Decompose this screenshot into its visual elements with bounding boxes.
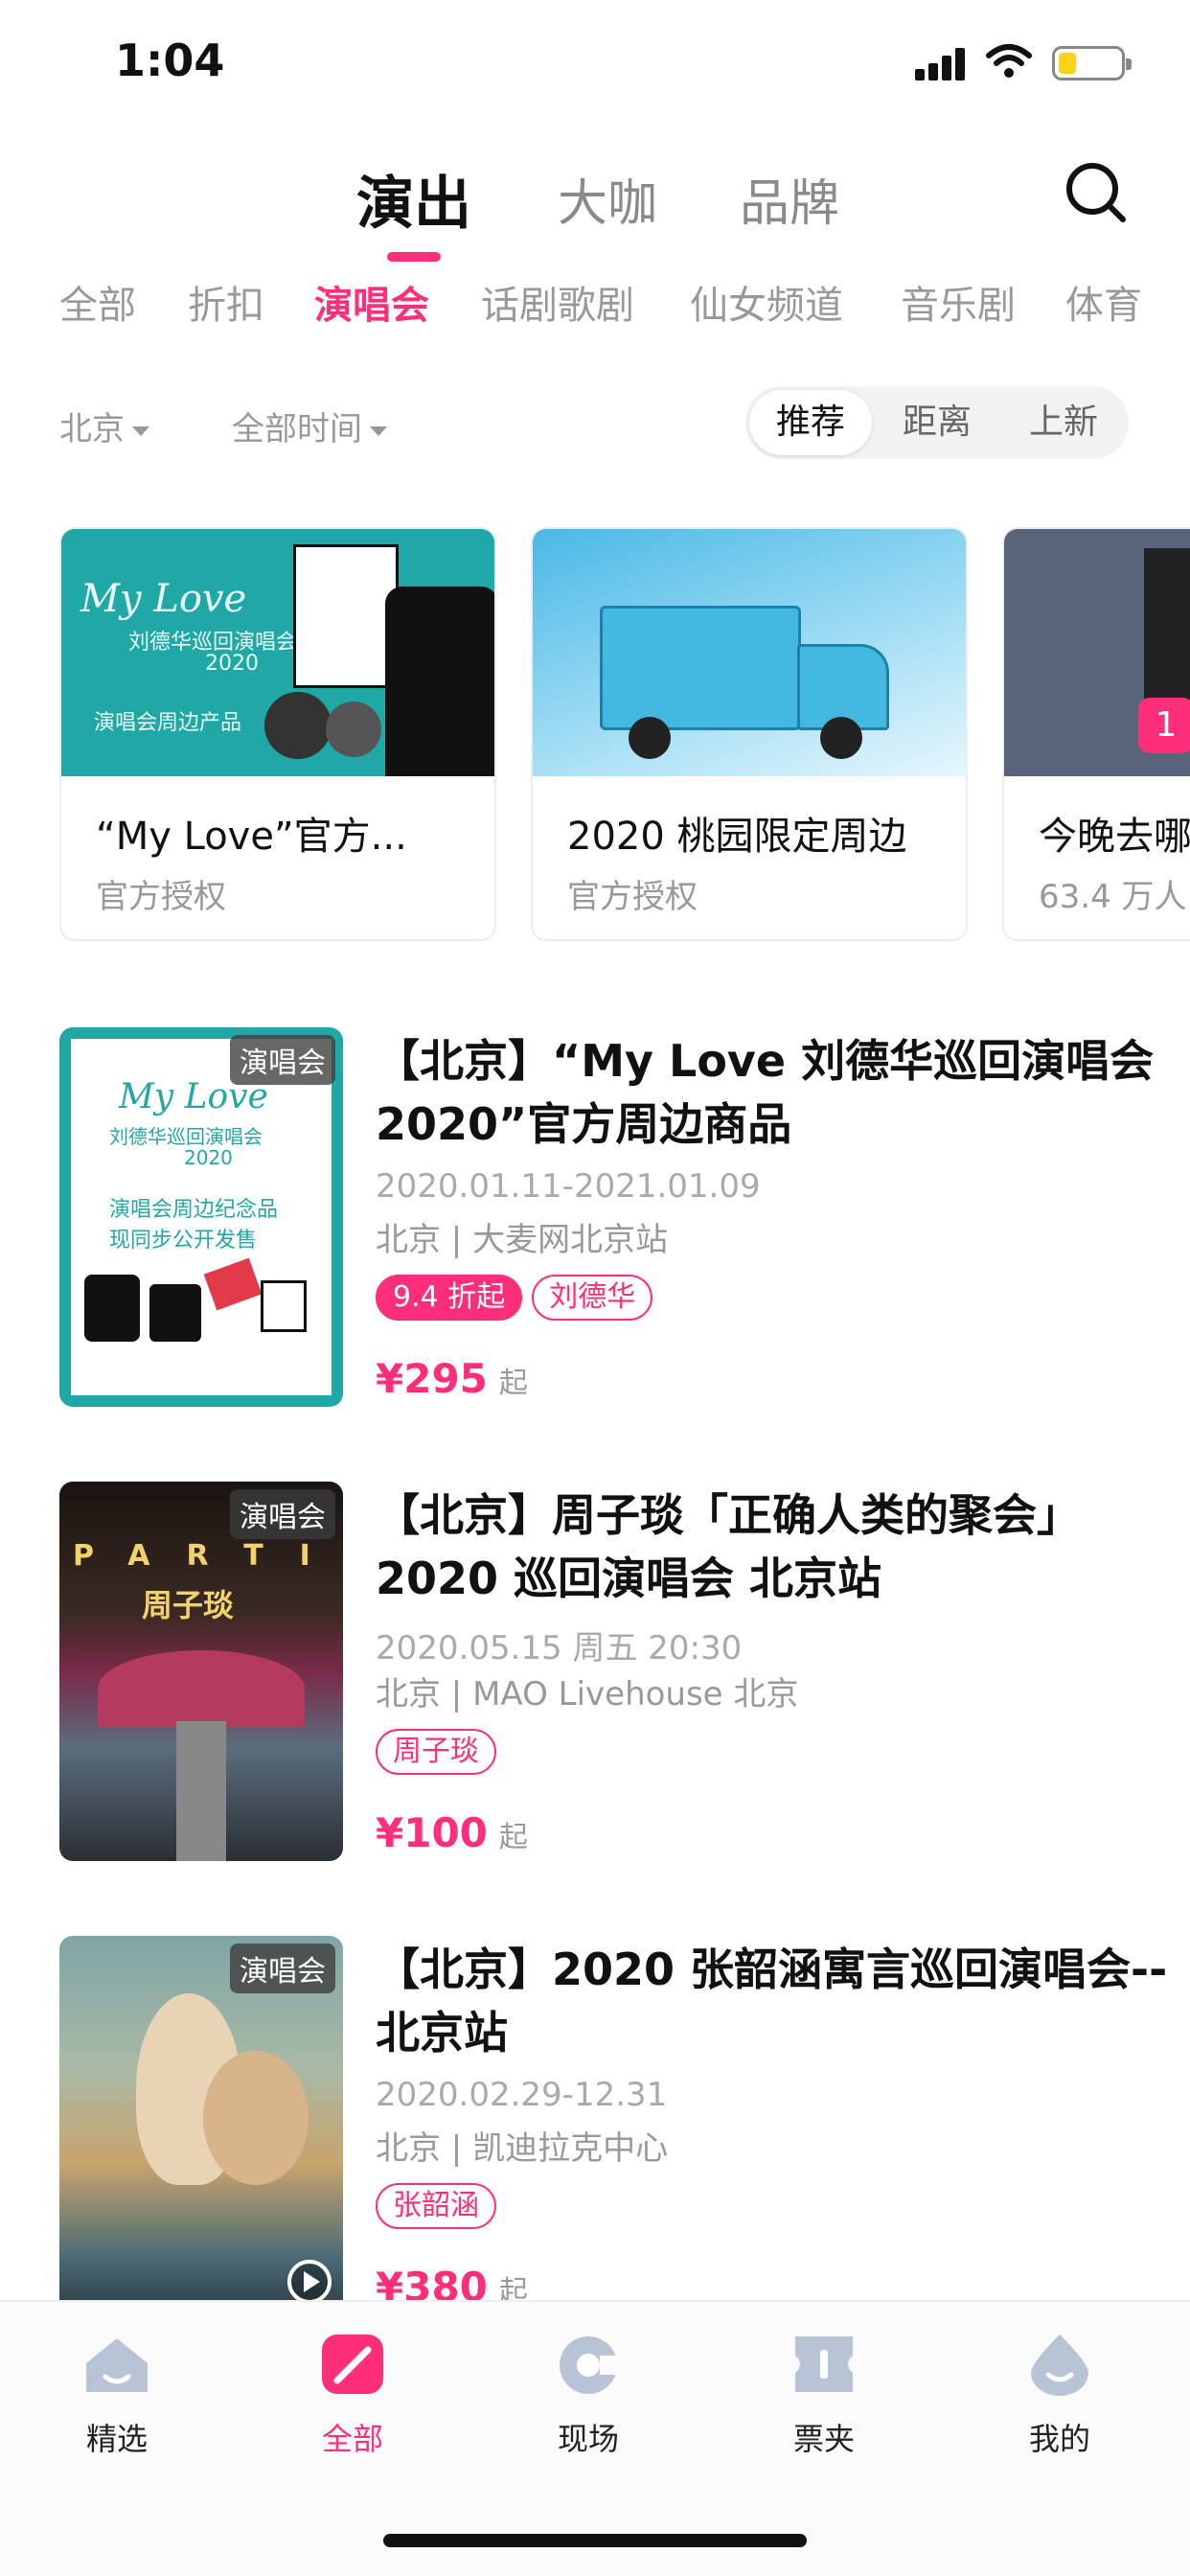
category-concert[interactable]: 演唱会 <box>314 274 429 330</box>
event-title: 【北京】2020 张韶涵寓言巡回演唱会--北京站 <box>376 1944 1168 2058</box>
event-badges: 周子琰 <box>376 1729 506 1775</box>
tab-stars[interactable]: 大咖 <box>558 163 657 235</box>
event-date: 2020.05.15 周五 20:30 <box>376 1629 743 1668</box>
event-badges: 张韶涵 <box>376 2183 506 2229</box>
battery-icon <box>1052 46 1132 80</box>
featured-cards: My Love 刘德华巡回演唱会 2020 演唱会周边产品 “My Love”官… <box>0 527 1190 945</box>
play-video-icon[interactable] <box>286 2258 333 2306</box>
time-filter[interactable]: 全部时间 <box>232 402 387 449</box>
featured-card[interactable]: 2020 桃园限定周边 官方授权 <box>531 527 968 941</box>
sort-newest[interactable]: 上新 <box>1002 386 1125 459</box>
event-badges: 9.4 折起 刘德华 <box>376 1275 662 1321</box>
event-title: 【北京】周子琰「正确人类的聚会」2020 巡回演唱会 北京站 <box>376 1489 1081 1604</box>
top-tabs: 演出 大咖 品牌 <box>0 153 1190 262</box>
home-indicator[interactable] <box>383 2534 807 2547</box>
event-venue: 北京 | MAO Livehouse 北京 <box>376 1675 799 1714</box>
search-icon[interactable] <box>1062 158 1129 225</box>
artist-badge[interactable]: 周子琰 <box>376 1729 496 1775</box>
event-venue: 北京 | 大麦网北京站 <box>376 1221 669 1259</box>
tab-shows[interactable]: 演出 <box>356 157 471 262</box>
event-date: 2020.02.29-12.31 <box>376 2076 668 2114</box>
category-drama-opera[interactable]: 话剧歌剧 <box>481 274 634 330</box>
event-date: 2020.01.11-2021.01.09 <box>376 1167 761 1206</box>
cellular-signal-icon <box>915 48 969 80</box>
artist-badge[interactable]: 张韶涵 <box>376 2183 496 2229</box>
category-fairy-channel[interactable]: 仙女频道 <box>690 274 843 330</box>
nav-all[interactable]: 全部 <box>276 2331 429 2459</box>
category-tag: 演唱会 <box>230 1489 335 1539</box>
home-icon <box>86 2338 148 2392</box>
city-filter[interactable]: 北京 <box>59 402 149 449</box>
category-all[interactable]: 全部 <box>59 274 136 330</box>
caret-down-icon <box>370 426 387 436</box>
wifi-icon <box>986 44 1032 78</box>
sort-segmented-control: 推荐 距离 上新 <box>745 386 1129 459</box>
nav-profile[interactable]: 我的 <box>983 2331 1136 2459</box>
event-list-item[interactable]: 演唱会 【北京】2020 张韶涵寓言巡回演唱会--北京站 2020.02.29-… <box>59 1936 1171 2315</box>
ticket-icon <box>795 2336 853 2392</box>
status-bar: 1:04 <box>0 0 1190 134</box>
active-tab-indicator <box>387 252 441 262</box>
nav-featured[interactable]: 精选 <box>40 2331 194 2459</box>
featured-card[interactable]: My Love 刘德华巡回演唱会 2020 演唱会周边产品 “My Love”官… <box>59 527 496 941</box>
ticket-stub-icon <box>322 2334 383 2394</box>
sort-distance[interactable]: 距离 <box>876 386 998 459</box>
card-image: 1 <box>1004 529 1190 776</box>
nav-ticket-wallet[interactable]: 票夹 <box>747 2331 901 2459</box>
event-price: ¥100 起 <box>376 1809 528 1856</box>
category-sports[interactable]: 体育 <box>1065 274 1142 330</box>
category-tag: 演唱会 <box>230 1944 335 1993</box>
sort-recommended[interactable]: 推荐 <box>749 390 872 455</box>
event-venue: 北京 | 凯迪拉克中心 <box>376 2129 669 2168</box>
event-price: ¥295 起 <box>376 1355 528 1402</box>
category-musical[interactable]: 音乐剧 <box>901 274 1016 330</box>
event-title: 【北京】“My Love 刘德华巡回演唱会 2020”官方周边商品 <box>376 1035 1155 1150</box>
caret-down-icon <box>132 426 149 436</box>
discount-badge: 9.4 折起 <box>376 1275 523 1321</box>
category-tabs: 全部 折扣 演唱会 话剧歌剧 仙女频道 音乐剧 体育 <box>0 274 1190 341</box>
card-image: My Love 刘德华巡回演唱会 2020 演唱会周边产品 <box>61 529 494 776</box>
tab-brands[interactable]: 品牌 <box>740 163 839 235</box>
profile-icon <box>1031 2334 1088 2396</box>
featured-card[interactable]: 1 今晚去哪 63.4 万人 <box>1002 527 1190 941</box>
live-scene-icon <box>560 2336 621 2394</box>
artist-badge[interactable]: 刘德华 <box>532 1275 653 1321</box>
category-discount[interactable]: 折扣 <box>188 274 264 330</box>
status-time: 1:04 <box>115 34 225 86</box>
nav-live[interactable]: 现场 <box>512 2331 665 2459</box>
event-poster: My Love 刘德华巡回演唱会 2020 演唱会周边纪念品 现同步公开发售 演… <box>59 1027 343 1407</box>
event-list-item[interactable]: PARTIME 周子琰 演唱会 【北京】周子琰「正确人类的聚会」2020 巡回演… <box>59 1482 1171 1861</box>
card-image <box>533 529 966 776</box>
event-list-item[interactable]: My Love 刘德华巡回演唱会 2020 演唱会周边纪念品 现同步公开发售 演… <box>59 1027 1171 1407</box>
category-tag: 演唱会 <box>230 1035 335 1085</box>
